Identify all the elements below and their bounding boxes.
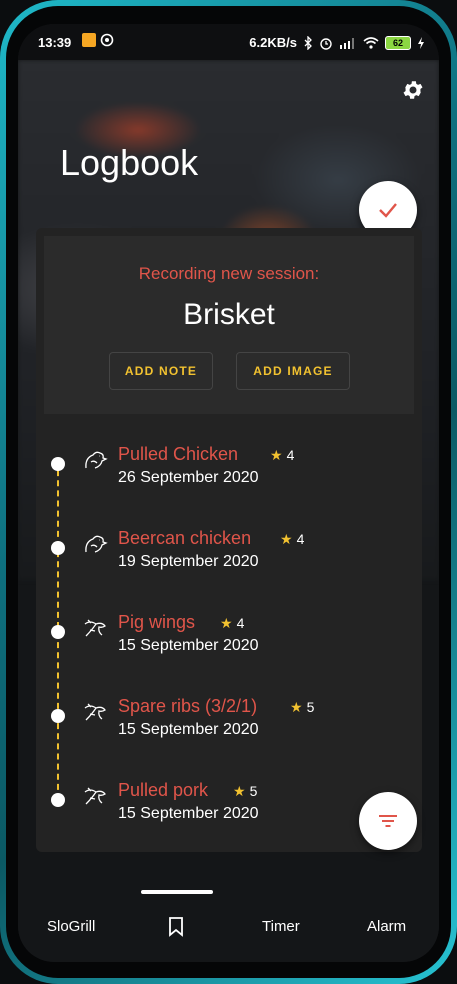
session-name: Brisket (183, 298, 275, 331)
nav-alarm[interactable]: Alarm (367, 918, 406, 935)
app-screen: 13:39 6.2KB/s 62 Logbook Recording new s… (18, 24, 439, 962)
status-right: 6.2KB/s 62 (249, 35, 425, 50)
check-icon (379, 203, 397, 218)
network-speed: 6.2KB/s (249, 35, 297, 50)
nav-slogrill[interactable]: SloGrill (47, 918, 95, 935)
rating-value: 5 (306, 699, 315, 715)
entry-name: Pulled pork (118, 780, 209, 800)
nav-timer[interactable]: Timer (262, 918, 300, 935)
list-item[interactable]: Beercan chicken ★ 4 19 September 2020 (36, 528, 422, 602)
star-icon: ★ (280, 531, 293, 547)
rating-value: 4 (286, 447, 295, 463)
app-notification-icon (82, 33, 96, 47)
filter-button[interactable] (359, 792, 417, 850)
charging-icon (418, 36, 424, 49)
rating-value: 4 (236, 615, 245, 631)
add-image-button[interactable]: ADD IMAGE (236, 352, 350, 390)
star-icon: ★ (233, 783, 246, 799)
alarm-icon (320, 37, 332, 50)
add-note-button[interactable]: ADD NOTE (109, 352, 213, 390)
status-bar: 13:39 6.2KB/s 62 (18, 24, 439, 60)
settings-gear-icon[interactable] (401, 78, 425, 102)
pig-icon (84, 787, 106, 805)
bluetooth-icon (304, 35, 312, 50)
bottom-navigation: SloGrill Timer Alarm (18, 874, 439, 962)
timeline-dot (51, 709, 65, 723)
entry-name: Beercan chicken (118, 528, 252, 548)
rating-value: 5 (249, 783, 258, 799)
list-item[interactable]: Pig wings ★ 4 15 September 2020 (36, 612, 422, 686)
entry-rating: ★ 4 (280, 531, 304, 548)
entry-name: Spare ribs (3/2/1) (118, 696, 258, 716)
entry-rating: ★ 4 (220, 615, 244, 632)
recording-panel: Recording new session: Brisket ADD NOTE … (44, 236, 414, 414)
chicken-icon (85, 535, 108, 553)
timeline-dot (51, 541, 65, 555)
signal-icon (340, 37, 354, 49)
status-time: 13:39 (38, 35, 72, 50)
page-title: Logbook (60, 142, 199, 183)
star-icon: ★ (270, 447, 283, 463)
star-icon: ★ (220, 615, 233, 631)
list-item[interactable]: Spare ribs (3/2/1) ★ 5 15 September 2020 (36, 696, 422, 770)
chicken-icon (85, 451, 108, 469)
entry-date: 26 September 2020 (118, 469, 259, 486)
entry-rating: ★ 5 (233, 783, 257, 800)
entry-date: 19 September 2020 (118, 553, 259, 570)
entry-date: 15 September 2020 (118, 637, 259, 654)
sync-icon (100, 33, 114, 47)
wifi-icon (363, 36, 379, 49)
entry-name: Pulled Chicken (118, 444, 239, 464)
entry-rating: ★ 4 (270, 447, 294, 464)
list-item[interactable]: Pulled Chicken ★ 4 26 September 2020 (36, 444, 422, 518)
battery-indicator: 62 (385, 35, 411, 50)
bookmark-icon[interactable] (168, 917, 184, 937)
pig-icon (84, 703, 106, 721)
entry-date: 15 September 2020 (118, 805, 259, 822)
timeline-dot (51, 457, 65, 471)
logbook-card: Recording new session: Brisket ADD NOTE … (36, 228, 422, 852)
timeline-dot (51, 793, 65, 807)
pig-icon (84, 619, 106, 637)
entry-date: 15 September 2020 (118, 721, 259, 738)
rating-value: 4 (296, 531, 305, 547)
recording-label: Recording new session: (138, 264, 320, 283)
timeline-dot (51, 625, 65, 639)
notification-icons (82, 33, 114, 47)
active-tab-indicator (141, 890, 213, 894)
entry-name: Pig wings (118, 612, 196, 632)
filter-icon (379, 815, 397, 827)
entry-rating: ★ 5 (290, 699, 314, 716)
star-icon: ★ (290, 699, 303, 715)
